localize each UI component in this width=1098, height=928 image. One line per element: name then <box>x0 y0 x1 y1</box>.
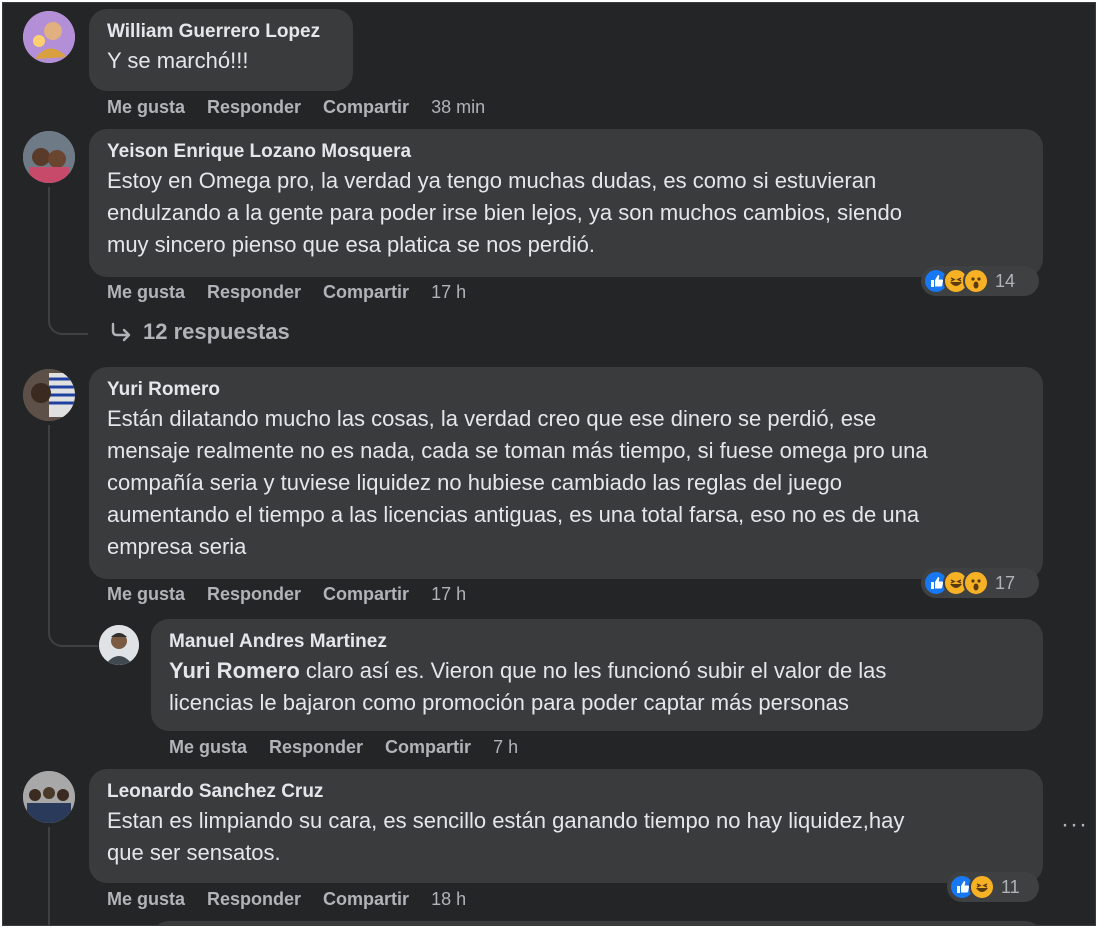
thread-line <box>48 827 50 925</box>
timestamp[interactable]: 7 h <box>493 737 518 758</box>
thread-connector <box>48 303 88 335</box>
thread-line <box>48 425 50 621</box>
comment-text-line: compañía seria y tuviese liquidez no hub… <box>107 470 843 495</box>
reply-button[interactable]: Responder <box>207 889 301 910</box>
avatar[interactable] <box>23 771 75 823</box>
comment-bubble: Yuri Romero Están dilatando mucho las co… <box>89 367 1043 579</box>
like-button[interactable]: Me gusta <box>107 584 185 605</box>
comment-text: Y se marchó!!! <box>107 48 249 73</box>
timestamp[interactable]: 17 h <box>431 282 466 303</box>
avatar[interactable] <box>23 131 75 183</box>
reactions-summary[interactable]: 17 <box>921 568 1039 598</box>
share-button[interactable]: Compartir <box>385 737 471 758</box>
comment-bubble: Leonardo Sanchez Cruz Estan es limpiando… <box>89 769 1043 883</box>
reaction-count: 17 <box>995 572 1016 593</box>
reaction-count: 14 <box>995 270 1016 291</box>
comment-actions: Me gusta Responder Compartir 38 min <box>107 97 507 118</box>
comment-bubble: Yeison Enrique Lozano Mosquera Estoy en … <box>89 129 1043 277</box>
reply-text-line: Yuri Romero claro así es. Vieron que no … <box>169 655 1025 687</box>
comment-text-line: que ser sensatos. <box>107 840 281 865</box>
share-button[interactable]: Compartir <box>323 97 409 118</box>
timestamp[interactable]: 38 min <box>431 97 485 118</box>
share-button[interactable]: Compartir <box>323 282 409 303</box>
more-options-button[interactable]: ··· <box>1061 811 1088 839</box>
reply-text: claro así es. Vieron que no les funcionó… <box>299 658 887 683</box>
view-replies-button[interactable]: 12 respuestas <box>109 319 290 345</box>
reply-bubble-partial <box>151 921 1043 925</box>
thread-line <box>48 187 50 315</box>
reply-author[interactable]: Manuel Andres Martinez <box>169 629 1025 655</box>
like-button[interactable]: Me gusta <box>107 889 185 910</box>
mention-link[interactable]: Yuri Romero <box>169 658 300 683</box>
comment-actions: Me gusta Responder Compartir 17 h <box>107 282 488 303</box>
like-button[interactable]: Me gusta <box>169 737 247 758</box>
comment-actions: Me gusta Responder Compartir 18 h <box>107 889 488 910</box>
avatar[interactable] <box>23 369 75 421</box>
reply-actions: Me gusta Responder Compartir 7 h <box>169 737 540 758</box>
wow-icon <box>963 570 989 596</box>
comment-text-line: mensaje realmente no es nada, cada se to… <box>107 438 928 463</box>
reply-text-line: licencias le bajaron como promoción para… <box>169 690 849 715</box>
reply-button[interactable]: Responder <box>207 282 301 303</box>
comment-text-line: endulzando a la gente para poder irse bi… <box>107 200 902 225</box>
reactions-summary[interactable]: 11 <box>947 872 1039 902</box>
comment-text-line: aumentando el tiempo a las licencias ant… <box>107 502 920 527</box>
comment-author[interactable]: William Guerrero Lopez <box>107 19 335 45</box>
like-button[interactable]: Me gusta <box>107 282 185 303</box>
comment-text-line: Estan es limpiando su cara, es sencillo … <box>107 808 905 833</box>
comment-text-line: muy sincero pienso que esa platica se no… <box>107 232 595 257</box>
comment-author[interactable]: Leonardo Sanchez Cruz <box>107 779 1025 805</box>
like-button[interactable]: Me gusta <box>107 97 185 118</box>
replies-count[interactable]: 12 respuestas <box>143 319 290 345</box>
wow-icon <box>963 268 989 294</box>
share-button[interactable]: Compartir <box>323 889 409 910</box>
comment-author[interactable]: Yeison Enrique Lozano Mosquera <box>107 139 1025 165</box>
reply-bubble: Manuel Andres Martinez Yuri Romero claro… <box>151 619 1043 731</box>
comment-text-line: empresa seria <box>107 534 247 559</box>
reply-arrow-icon <box>111 322 131 342</box>
reply-button[interactable]: Responder <box>269 737 363 758</box>
haha-icon <box>969 874 995 900</box>
share-button[interactable]: Compartir <box>323 584 409 605</box>
comment-bubble: William Guerrero Lopez Y se marchó!!! <box>89 9 353 91</box>
comment-text-line: Estoy en Omega pro, la verdad ya tengo m… <box>107 168 877 193</box>
comment-author[interactable]: Yuri Romero <box>107 377 1025 403</box>
reactions-summary[interactable]: 14 <box>921 266 1039 296</box>
reaction-count: 11 <box>1001 876 1020 897</box>
avatar[interactable] <box>99 625 139 665</box>
reply-button[interactable]: Responder <box>207 97 301 118</box>
comment-actions: Me gusta Responder Compartir 17 h <box>107 584 488 605</box>
timestamp[interactable]: 17 h <box>431 584 466 605</box>
thread-connector <box>48 615 98 647</box>
comment-text-line: Están dilatando mucho las cosas, la verd… <box>107 406 877 431</box>
reply-button[interactable]: Responder <box>207 584 301 605</box>
avatar[interactable] <box>23 11 75 63</box>
comments-panel: William Guerrero Lopez Y se marchó!!! Me… <box>2 2 1096 926</box>
timestamp[interactable]: 18 h <box>431 889 466 910</box>
